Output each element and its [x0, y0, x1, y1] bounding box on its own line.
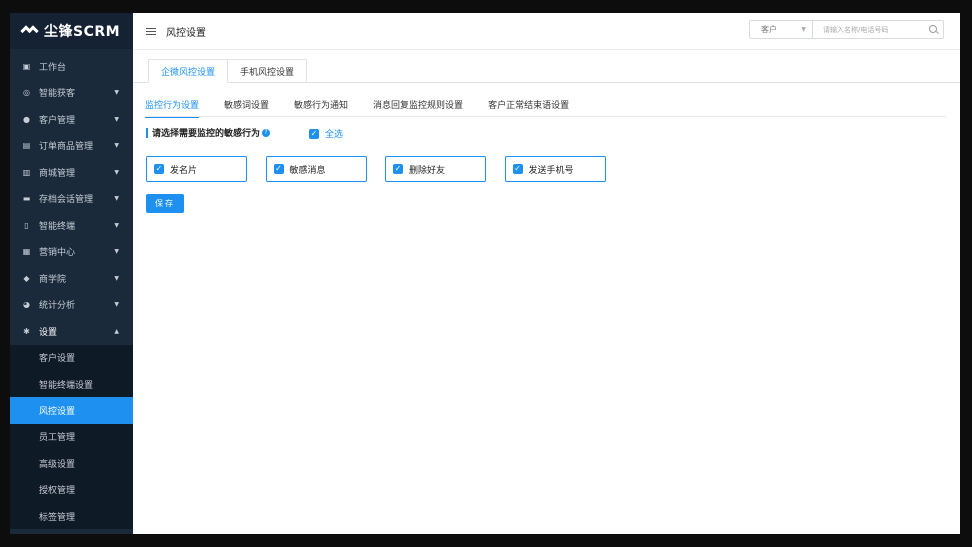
checkbox-checked-icon: ✓	[154, 164, 164, 174]
caret-down-icon: ▼	[114, 221, 119, 229]
sidebar-item-smart-terminal[interactable]: ▯ 智能终端 ▼	[10, 212, 133, 239]
tab-phone-risk-settings[interactable]: 手机风控设置	[228, 59, 308, 83]
settings-submenu: 客户设置 智能终端设置 风控设置 员工管理 高级设置 授权管理 标签管理	[10, 344, 133, 530]
search-group: 客户 ▼ 请输入名称/电话号码	[749, 20, 944, 39]
save-button[interactable]: 保存	[146, 194, 184, 213]
logo[interactable]: 尘锋SCRM	[10, 13, 133, 49]
section-title-text: 请选择需要监控的敏感行为	[152, 129, 261, 139]
logo-text: 尘锋SCRM	[44, 24, 121, 40]
menu-toggle-icon[interactable]	[146, 27, 156, 35]
caret-down-icon: ▼	[114, 142, 119, 150]
behavior-options: ✓ 发名片 ✓ 敏感消息 ✓ 删除好友 ✓ 发送手机号	[146, 156, 624, 182]
section-accent-bar	[146, 127, 148, 138]
option-label: 发名片	[170, 165, 198, 176]
sidebar-item-label: 存档会话管理	[39, 195, 94, 206]
sidebar-item-customer-management[interactable]: ● 客户管理 ▼	[10, 106, 133, 133]
sidebar-item-label: 工作台	[39, 62, 67, 73]
user-icon: ●	[23, 114, 30, 124]
search-icon[interactable]	[929, 25, 937, 33]
phone-icon: ▯	[24, 220, 29, 230]
calendar-icon: ▦	[22, 247, 31, 257]
search-scope-value: 客户	[761, 25, 777, 34]
sidebar-item-order-product[interactable]: ▤ 订单商品管理 ▼	[10, 133, 133, 160]
top-tabs: 企微风控设置 手机风控设置	[148, 59, 308, 83]
graduation-cap-icon: ◆	[23, 273, 30, 283]
checkbox-checked-icon: ✓	[309, 128, 319, 139]
header: 风控设置 客户 ▼ 请输入名称/电话号码	[133, 13, 960, 50]
clipboard-icon: ▤	[22, 141, 31, 151]
tab-sensitive-behavior-notify[interactable]: 敏感行为通知	[294, 98, 348, 118]
submenu-item-tag-management[interactable]: 标签管理	[10, 503, 133, 529]
caret-down-icon: ▼	[114, 274, 119, 282]
submenu-item-employee-management[interactable]: 员工管理	[10, 424, 133, 450]
sidebar-item-label: 客户管理	[39, 115, 76, 126]
sidebar-item-marketing[interactable]: ▦ 营销中心 ▼	[10, 239, 133, 266]
tab-wecom-risk-settings[interactable]: 企微风控设置	[148, 59, 229, 83]
caret-down-icon: ▼	[114, 301, 119, 309]
sidebar-item-label: 统计分析	[39, 301, 76, 312]
sidebar-item-workbench[interactable]: ▣ 工作台	[10, 53, 133, 80]
sidebar-item-label: 智能获客	[39, 89, 76, 100]
help-icon[interactable]: ?	[262, 128, 271, 137]
search-placeholder: 请输入名称/电话号码	[823, 25, 889, 34]
option-delete-friend[interactable]: ✓ 删除好友	[385, 156, 486, 182]
caret-down-icon: ▼	[114, 168, 119, 176]
logo-icon	[20, 25, 40, 37]
gear-icon: ✱	[23, 326, 30, 336]
tab-sensitive-words[interactable]: 敏感词设置	[224, 98, 269, 118]
sidebar-item-mall[interactable]: ▥ 商城管理 ▼	[10, 159, 133, 186]
sidebar-item-settings[interactable]: ✱ 设置 ▲	[10, 318, 133, 345]
tab-monitor-behavior[interactable]: 监控行为设置	[145, 98, 200, 118]
option-sensitive-message[interactable]: ✓ 敏感消息	[265, 156, 367, 182]
sidebar-item-label: 营销中心	[39, 248, 76, 259]
store-icon: ▥	[22, 167, 31, 177]
option-label: 敏感消息	[289, 165, 326, 176]
section-title: 请选择需要监控的敏感行为 ?	[146, 126, 271, 139]
sidebar-item-archive-chat[interactable]: ▬ 存档会话管理 ▼	[10, 186, 133, 213]
sidebar-item-label: 商学院	[39, 274, 67, 285]
sidebar-item-label: 智能终端	[39, 221, 76, 232]
option-label: 删除好友	[409, 165, 446, 176]
sidebar-item-academy[interactable]: ◆ 商学院 ▼	[10, 265, 133, 292]
pie-chart-icon: ◕	[23, 300, 30, 310]
search-scope-select[interactable]: 客户 ▼	[749, 20, 813, 39]
checkbox-checked-icon: ✓	[512, 164, 523, 174]
tab-reply-monitor-rules[interactable]: 消息回复监控规则设置	[373, 98, 463, 118]
submenu-item-authorization[interactable]: 授权管理	[10, 476, 133, 502]
sub-tabs: 监控行为设置 敏感词设置 敏感行为通知 消息回复监控规则设置 客户正常结束语设置	[145, 98, 594, 118]
checkbox-checked-icon: ✓	[393, 164, 403, 174]
monitor-icon: ▣	[22, 61, 31, 71]
submenu-item-advanced-settings[interactable]: 高级设置	[10, 450, 133, 476]
target-icon: ◎	[23, 88, 30, 98]
chat-icon: ▬	[22, 194, 31, 204]
submenu-item-terminal-settings[interactable]: 智能终端设置	[10, 371, 133, 397]
submenu-item-customer-settings[interactable]: 客户设置	[10, 345, 133, 371]
caret-down-icon: ▼	[114, 195, 119, 203]
caret-down-icon: ▼	[114, 115, 119, 123]
sidebar-item-analytics[interactable]: ◕ 统计分析 ▼	[10, 292, 133, 319]
sidebar-nav: ▣ 工作台 ◎ 智能获客 ▼ ● 客户管理 ▼ ▤ 订单商品管理 ▼ ▥ 商城管…	[10, 49, 133, 345]
sidebar-item-smart-acquisition[interactable]: ◎ 智能获客 ▼	[10, 80, 133, 107]
chevron-down-icon: ▼	[801, 26, 806, 33]
select-all-checkbox[interactable]: ✓ 全选	[309, 127, 343, 140]
caret-down-icon: ▼	[114, 89, 119, 97]
search-input[interactable]: 请输入名称/电话号码	[813, 20, 944, 39]
caret-down-icon: ▼	[114, 248, 119, 256]
page-title: 风控设置	[166, 27, 206, 39]
option-send-phone-number[interactable]: ✓ 发送手机号	[504, 156, 606, 182]
option-label: 发送手机号	[528, 165, 574, 176]
sidebar-item-label: 设置	[39, 327, 58, 338]
sidebar: 尘锋SCRM ▣ 工作台 ◎ 智能获客 ▼ ● 客户管理 ▼ ▤ 订单商品管理 …	[10, 13, 133, 534]
sidebar-item-label: 订单商品管理	[39, 142, 94, 153]
tab-closing-phrases[interactable]: 客户正常结束语设置	[488, 98, 569, 118]
sidebar-item-label: 商城管理	[39, 168, 76, 179]
caret-up-icon: ▲	[114, 327, 119, 335]
app-window: 尘锋SCRM ▣ 工作台 ◎ 智能获客 ▼ ● 客户管理 ▼ ▤ 订单商品管理 …	[10, 13, 960, 534]
option-send-card[interactable]: ✓ 发名片	[146, 156, 247, 182]
checkbox-checked-icon: ✓	[273, 164, 284, 174]
select-all-label: 全选	[325, 130, 344, 140]
submenu-item-risk-control-settings[interactable]: 风控设置	[10, 397, 133, 424]
